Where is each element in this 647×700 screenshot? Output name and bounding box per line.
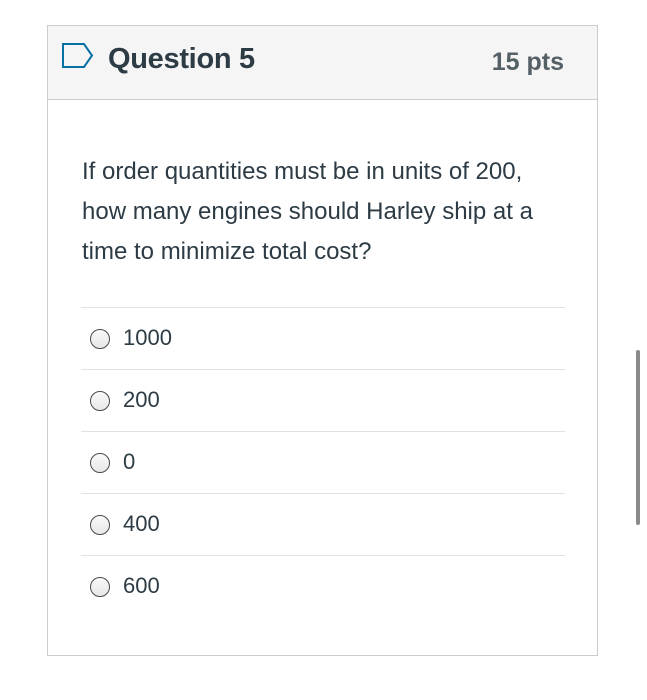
question-points: 15 pts [491, 48, 564, 76]
answer-option[interactable]: 200 [81, 369, 565, 431]
radio-button[interactable] [90, 453, 110, 473]
question-header: Question 5 15 pts [48, 26, 597, 100]
question-title: Question 5 [108, 43, 255, 75]
answer-option[interactable]: 600 [81, 555, 565, 617]
flag-question-icon[interactable] [61, 42, 95, 72]
answer-label: 600 [123, 573, 160, 598]
radio-button[interactable] [90, 391, 110, 411]
answer-option[interactable]: 0 [81, 431, 565, 493]
answer-option[interactable]: 400 [81, 493, 565, 555]
answer-list: 1000 200 0 400 600 [81, 307, 565, 617]
answer-label: 1000 [123, 325, 172, 350]
quiz-page: Question 5 15 pts If order quantities mu… [0, 0, 647, 700]
question-text: If order quantities must be in units of … [82, 158, 533, 265]
answer-label: 400 [123, 511, 160, 536]
answer-label: 200 [123, 387, 160, 412]
radio-button[interactable] [90, 577, 110, 597]
answer-label: 0 [123, 449, 136, 474]
radio-button[interactable] [90, 515, 110, 535]
scrollbar-thumb[interactable] [636, 350, 640, 525]
answer-option[interactable]: 1000 [81, 307, 565, 369]
radio-button[interactable] [90, 329, 110, 349]
